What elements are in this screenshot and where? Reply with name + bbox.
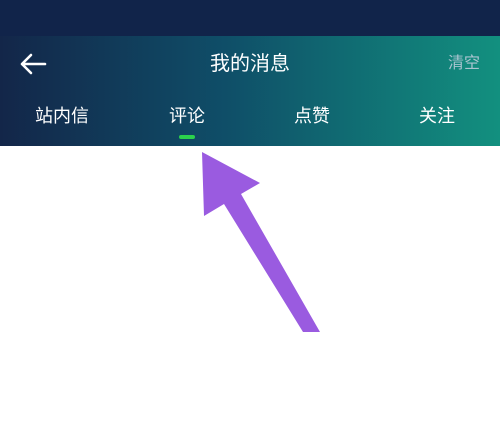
annotation-arrow-shape xyxy=(202,152,320,332)
annotation-arrow-icon xyxy=(202,152,320,332)
